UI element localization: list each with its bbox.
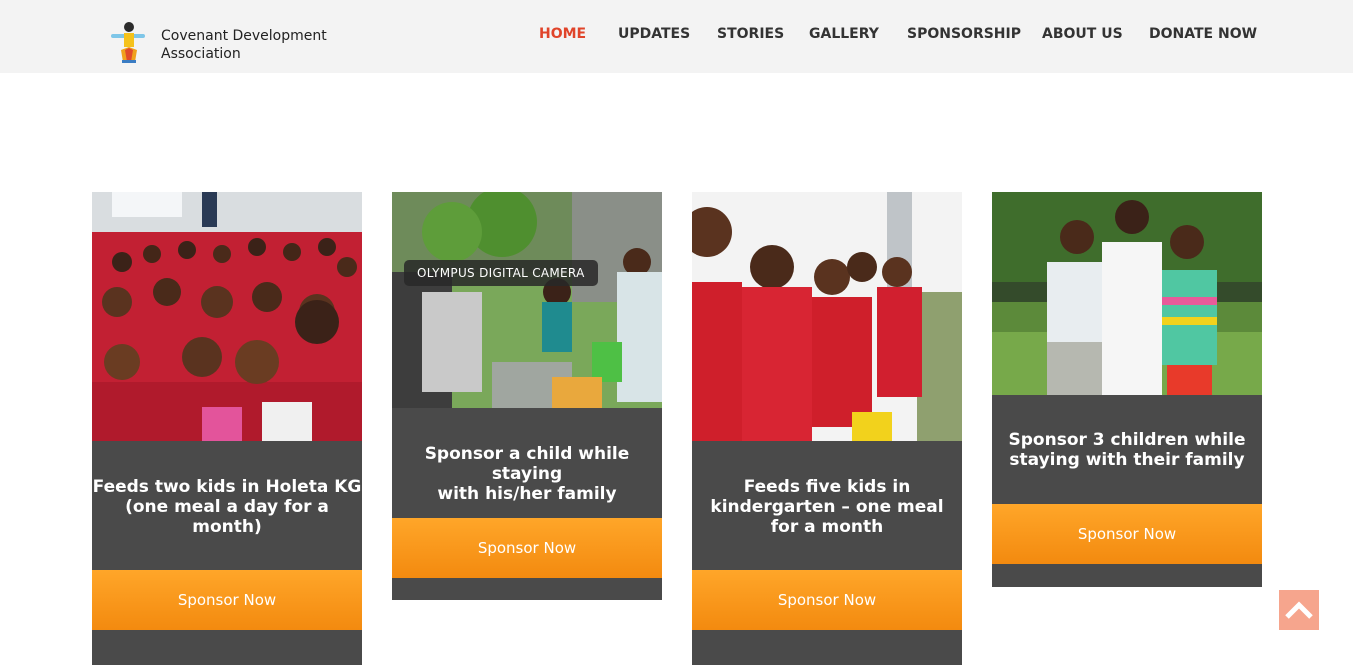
site-name-line2: Association (161, 46, 241, 62)
card-3-title-line1: Feeds five kids in (743, 477, 911, 497)
card-2-title: Sponsor a child while staying with his/h… (392, 444, 662, 504)
sponsor-now-button-4[interactable]: Sponsor Now (992, 504, 1262, 564)
sponsor-now-button-3[interactable]: Sponsor Now (692, 570, 962, 630)
sponsor-card-1: Feeds two kids in Holeta KG (one meal a … (92, 192, 362, 665)
site-name[interactable]: Covenant Development Association (161, 27, 327, 63)
card-4-title-line2: staying with their family (1009, 450, 1245, 470)
nav-item-sponsorship[interactable]: SPONSORSHIP (907, 26, 1021, 42)
photo-caption: OLYMPUS DIGITAL CAMERA (404, 260, 598, 286)
sponsor-now-button-1[interactable]: Sponsor Now (92, 570, 362, 630)
card-3-title-line3: for a month (770, 517, 884, 537)
card-4-title-line1: Sponsor 3 children while (1008, 430, 1246, 450)
card-1-title-line2: (one meal a day for a (125, 497, 329, 517)
card-1-title: Feeds two kids in Holeta KG (one meal a … (92, 477, 362, 537)
nav-item-about-us[interactable]: ABOUT US (1042, 26, 1123, 42)
card-2-title-line1: Sponsor a child while staying (424, 444, 630, 484)
nav-item-gallery[interactable]: GALLERY (809, 26, 879, 42)
nav-item-home[interactable]: HOME (539, 26, 586, 42)
card-1-title-line1: Feeds two kids in Holeta KG (92, 477, 362, 497)
card-3-title: Feeds five kids in kindergarten – one me… (692, 477, 962, 537)
three-girls-outdoors-image (992, 192, 1262, 395)
scroll-to-top-button[interactable] (1279, 590, 1319, 630)
sponsor-now-button-2[interactable]: Sponsor Now (392, 518, 662, 578)
nav-item-donate-now[interactable]: DONATE NOW (1149, 26, 1257, 42)
sponsor-card-2: OLYMPUS DIGITAL CAMERA Sponsor a child w… (392, 192, 662, 600)
nav-item-stories[interactable]: STORIES (717, 26, 784, 42)
sponsor-card-4: Sponsor 3 children while staying with th… (992, 192, 1262, 587)
card-1-title-line3: month) (192, 517, 262, 537)
card-4-title: Sponsor 3 children while staying with th… (992, 430, 1262, 470)
family-sitting-on-grass-image: OLYMPUS DIGITAL CAMERA (392, 192, 662, 408)
site-header: Covenant Development Association HOME UP… (0, 0, 1353, 73)
sponsor-card-3: Feeds five kids in kindergarten – one me… (692, 192, 962, 665)
kindergarten-kids-sitting-image (692, 192, 962, 441)
site-name-line1: Covenant Development (161, 28, 327, 44)
card-2-title-line2: with his/her family (437, 484, 617, 504)
card-3-title-line2: kindergarten – one meal (710, 497, 944, 517)
chevron-up-icon (1285, 601, 1313, 619)
children-in-red-uniforms-image (92, 192, 362, 441)
nav-item-updates[interactable]: UPDATES (618, 26, 690, 42)
child-figure-logo-icon[interactable] (108, 20, 148, 64)
